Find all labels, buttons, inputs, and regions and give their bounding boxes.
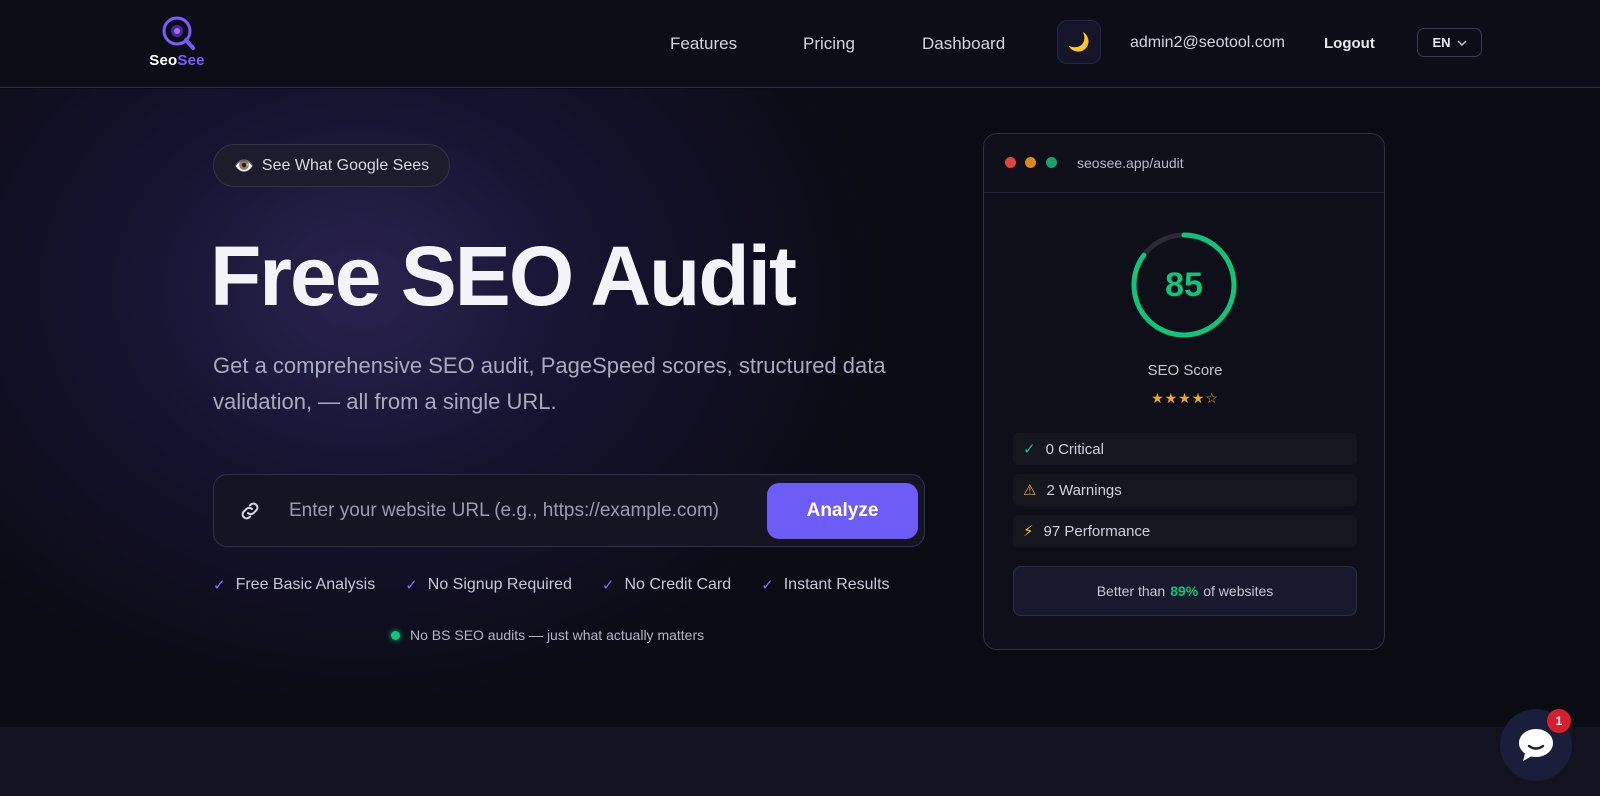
lightning-icon: ⚡ [1023,523,1034,540]
window-minimize-dot-icon [1025,157,1036,168]
check-icon: ✓ [601,577,615,594]
user-email: admin2@seotool.com [1130,34,1285,51]
language-value: EN [1432,35,1451,50]
analyze-button[interactable]: Analyze [767,483,918,539]
feature-item: ✓ Free Basic Analysis [213,576,376,594]
top-navbar: SeoSee Features Pricing Dashboard 🌙 admi… [0,0,1600,88]
check-icon: ✓ [1023,441,1036,458]
stat-warnings: ⚠ 2 Warnings [1013,474,1357,506]
chevron-down-icon [1457,39,1467,46]
score-value: 85 [1165,266,1203,304]
feature-item: ✓ No Credit Card [601,576,732,594]
status-dot-icon [391,630,400,640]
hero-badge: 👁️ See What Google Sees [213,144,451,187]
seosee-logo[interactable]: SeoSee [143,14,211,72]
check-icon: ✓ [405,577,418,594]
nav-link-dashboard[interactable]: Dashboard [922,34,1005,54]
feature-item: ✓ Instant Results [761,576,890,594]
hero-subtitle: Get a comprehensive SEO audit, PageSpeed… [213,353,886,414]
stat-performance: ⚡ 97 Performance [1013,515,1357,547]
check-icon: ✓ [213,577,226,594]
feature-item: ✓ No Signup Required [405,576,572,594]
benchmark-percent: 89% [1170,583,1199,599]
moon-icon: 🌙 [1067,31,1091,52]
audit-preview-card: seosee.app/audit 85 SEO Score ★★★★☆ ✓ 0 … [983,133,1385,650]
card-url: seosee.app/audit [1077,155,1184,171]
warning-icon: ⚠ [1023,482,1037,499]
language-selector[interactable]: EN [1417,28,1482,57]
seo-score-gauge: 85 [1131,232,1237,338]
score-label: SEO Score [1147,362,1223,379]
theme-toggle-button[interactable]: 🌙 [1057,20,1101,64]
logout-link[interactable]: Logout [1324,35,1375,52]
window-maximize-dot-icon [1046,157,1057,168]
hero-tagline: No BS SEO audits — just what actually ma… [391,627,704,643]
nav-link-pricing[interactable]: Pricing [803,34,855,54]
feature-list: ✓ Free Basic Analysis ✓ No Signup Requir… [213,576,890,594]
hero-title: Free SEO Audit [210,229,797,323]
eye-icon: 👁️ [234,157,254,175]
check-icon: ✓ [761,577,774,594]
brand-name: SeoSee [149,52,205,69]
window-close-dot-icon [1005,157,1016,168]
nav-link-features[interactable]: Features [670,34,737,54]
star-rating: ★★★★☆ [1151,390,1219,406]
url-input[interactable] [289,493,749,529]
chat-bubble-icon [1519,729,1553,761]
next-section [0,727,1600,796]
benchmark-banner: Better than 89% of websites [1013,566,1357,616]
card-titlebar: seosee.app/audit [984,134,1384,193]
url-search-bar: Analyze [213,474,925,547]
badge-text: See What Google Sees [261,156,430,174]
eye-logo-icon [162,16,195,50]
chat-unread-badge: 1 [1547,709,1571,733]
stat-critical: ✓ 0 Critical [1013,433,1357,465]
link-icon [241,502,259,520]
